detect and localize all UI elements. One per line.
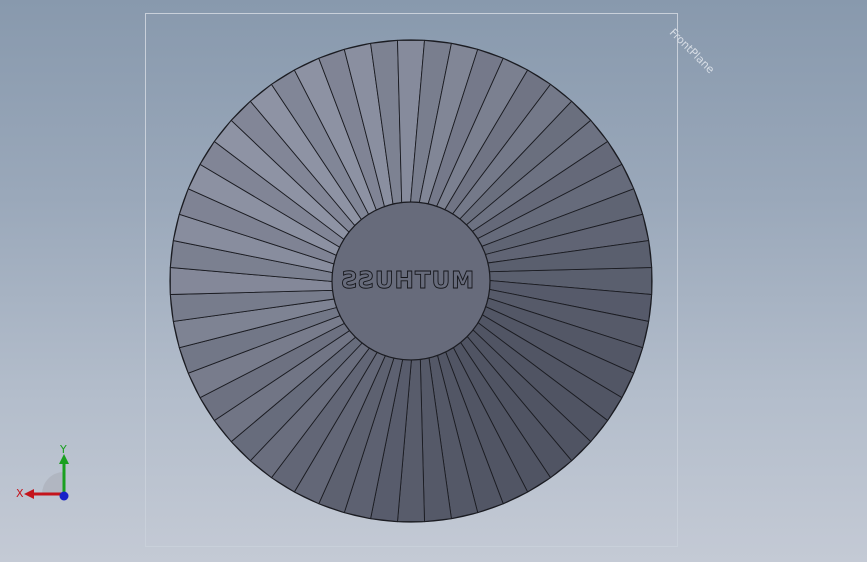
x-axis-label: X bbox=[16, 487, 24, 500]
triad-plane-indicator bbox=[42, 472, 64, 494]
z-axis-dot bbox=[59, 491, 69, 501]
engraved-text: MUTHUSS bbox=[340, 268, 474, 294]
x-axis-arrowhead bbox=[24, 489, 34, 499]
rotor-model[interactable]: MUTHUSS bbox=[0, 0, 867, 562]
graphics-viewport[interactable]: FrontPlane MUTHUSS Y X bbox=[0, 0, 867, 562]
y-axis-label: Y bbox=[59, 443, 67, 456]
orientation-triad[interactable]: Y X bbox=[10, 440, 80, 510]
